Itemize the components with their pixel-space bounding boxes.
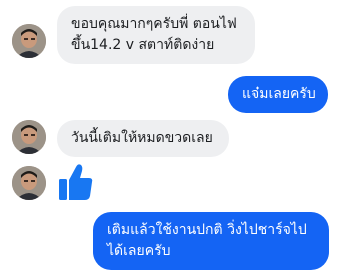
message-text: ขอบคุณมากๆครับพี่ ตอนไฟ	[71, 16, 237, 32]
avatar[interactable]	[12, 120, 46, 154]
avatar[interactable]	[12, 24, 46, 58]
message-bubble[interactable]: ขอบคุณมากๆครับพี่ ตอนไฟ ขึ้น14.2 v สตาท์…	[57, 6, 255, 64]
message-bubble[interactable]: วันนี้เติมให้หมดขวดเลย	[57, 120, 229, 157]
message-bubble[interactable]: เติมแล้วใช้งานปกติ วิ่งไปชาร์จไป ได้เลยค…	[93, 212, 329, 270]
message-text: วันนี้เติมให้หมดขวดเลย	[71, 130, 213, 146]
message-text: เติมแล้วใช้งานปกติ วิ่งไปชาร์จไป	[107, 222, 307, 238]
message-bubble[interactable]: แจ๋มเลยครับ	[228, 76, 328, 113]
message-text: แจ๋มเลยครับ	[242, 86, 316, 102]
avatar[interactable]	[12, 166, 46, 200]
message-text: ขึ้น14.2 v สตาท์ติดง่าย	[71, 37, 215, 53]
like-icon[interactable]	[58, 162, 94, 206]
message-text: ได้เลยครับ	[107, 243, 171, 259]
